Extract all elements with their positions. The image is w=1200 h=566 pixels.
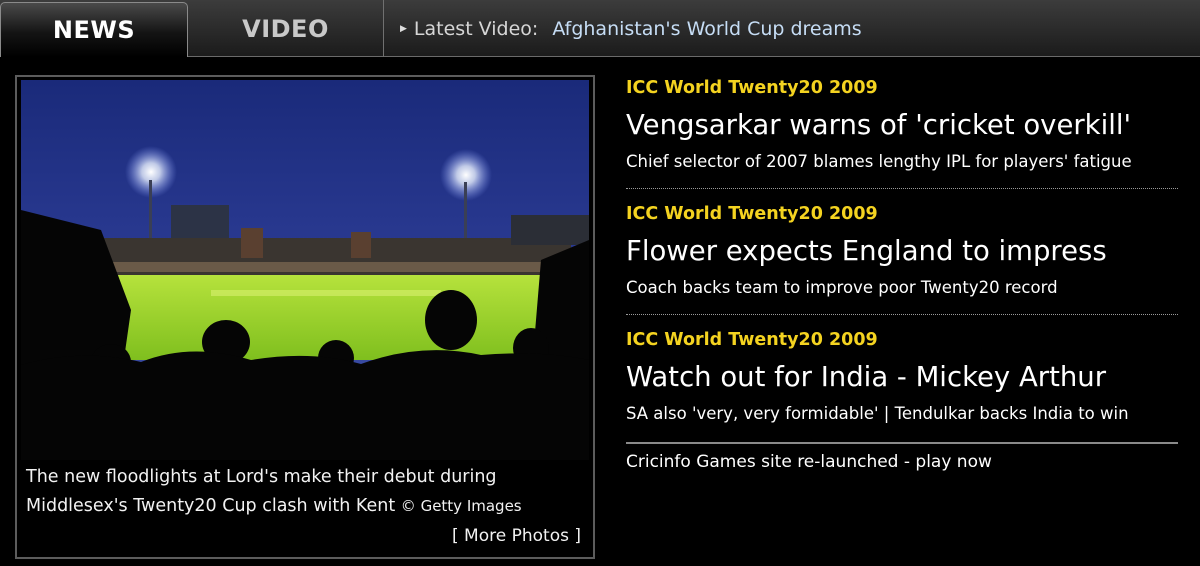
story-item: ICC World Twenty20 2009 Flower expects E…: [626, 200, 1178, 302]
story-summary: Coach backs team to improve poor Twenty2…: [626, 278, 1058, 297]
top-tab-bar: NEWS VIDEO ▶ Latest Video: Afghanistan's…: [0, 0, 1200, 57]
triangle-right-icon: ▶: [400, 23, 407, 34]
tab-news[interactable]: NEWS: [0, 2, 188, 57]
games-link[interactable]: Cricinfo Games site re-launched - play n…: [626, 452, 1178, 472]
story-summary-text: SA also 'very, very formidable': [626, 404, 879, 423]
story-item: ICC World Twenty20 2009 Vengsarkar warns…: [626, 74, 1178, 176]
story-summary: SA also 'very, very formidable' | Tendul…: [626, 400, 1178, 428]
more-photos-link[interactable]: [ More Photos ]: [452, 526, 581, 546]
story-related-link[interactable]: Tendulkar backs India to win: [895, 404, 1129, 423]
stadium-photo[interactable]: [21, 80, 589, 460]
news-list: ICC World Twenty20 2009 Vengsarkar warns…: [626, 74, 1178, 472]
latest-video-bar: ▶ Latest Video: Afghanistan's World Cup …: [400, 0, 1190, 57]
photo-panel: The new floodlights at Lord's make their…: [15, 75, 595, 559]
story-headline[interactable]: Vengsarkar warns of 'cricket overkill': [626, 102, 1178, 148]
story-divider: [626, 314, 1178, 315]
story-category[interactable]: ICC World Twenty20 2009: [626, 74, 1178, 102]
tab-video[interactable]: VIDEO: [188, 0, 384, 57]
summary-separator: |: [883, 404, 890, 423]
story-category[interactable]: ICC World Twenty20 2009: [626, 326, 1178, 354]
photo-credit: © Getty Images: [400, 497, 522, 515]
section-divider: [626, 442, 1178, 444]
story-item: ICC World Twenty20 2009 Watch out for In…: [626, 326, 1178, 428]
story-category[interactable]: ICC World Twenty20 2009: [626, 200, 1178, 228]
story-summary: Chief selector of 2007 blames lengthy IP…: [626, 152, 1132, 171]
story-headline[interactable]: Watch out for India - Mickey Arthur: [626, 354, 1178, 400]
photo-caption: The new floodlights at Lord's make their…: [26, 463, 581, 521]
latest-video-link[interactable]: Afghanistan's World Cup dreams: [552, 18, 861, 40]
latest-video-label: Latest Video:: [413, 17, 539, 40]
story-divider: [626, 188, 1178, 189]
story-headline[interactable]: Flower expects England to impress: [626, 228, 1178, 274]
